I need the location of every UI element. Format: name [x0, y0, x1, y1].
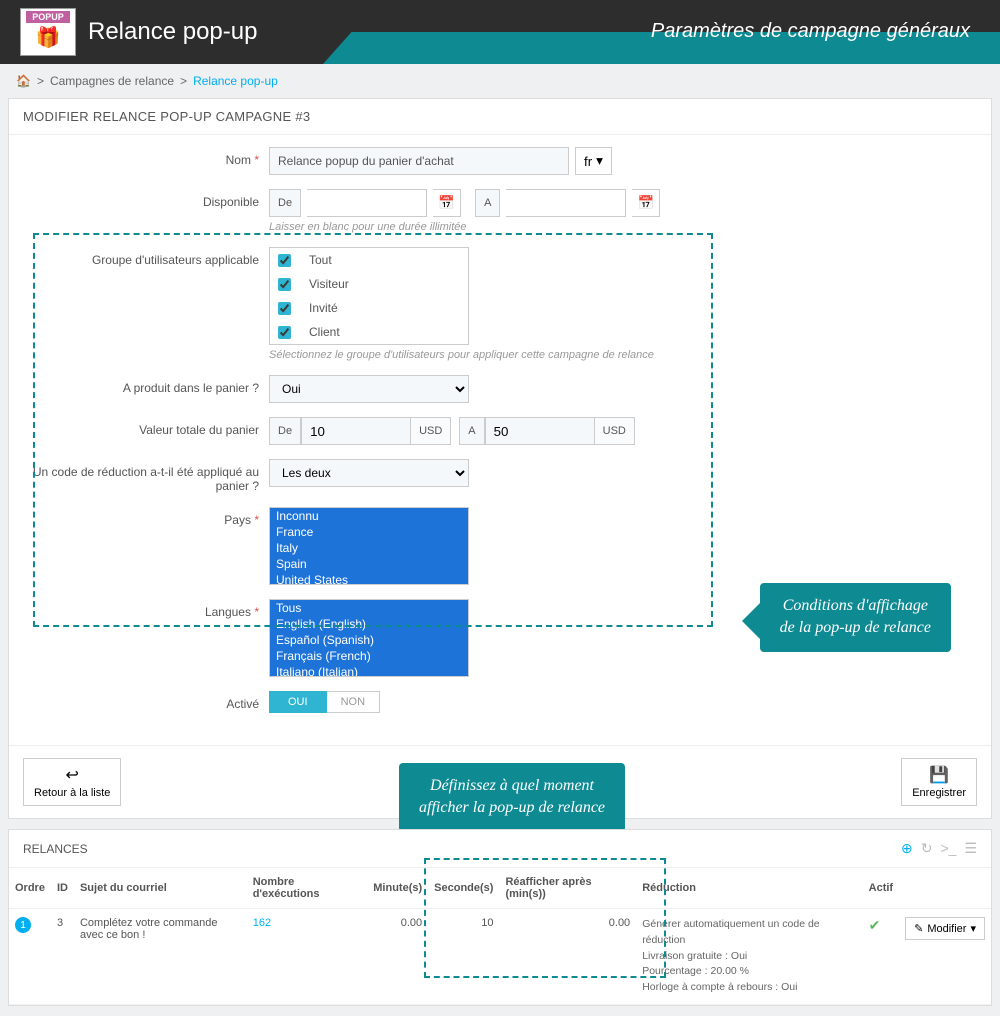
save-button[interactable]: 💾Enregistrer — [901, 758, 977, 806]
logo: POPUP 🎁 — [20, 8, 76, 56]
panel-heading: MODIFIER RELANCE POP-UP CAMPAGNE #3 — [9, 99, 991, 135]
terminal-icon[interactable]: >_ — [940, 840, 956, 857]
active-label: Activé — [23, 691, 269, 711]
group-all-checkbox[interactable] — [278, 254, 291, 267]
executions-link[interactable]: 162 — [253, 917, 271, 929]
chevron-down-icon: ▾ — [970, 922, 976, 935]
save-icon: 💾 — [929, 765, 949, 785]
header-title: Relance pop-up — [88, 18, 257, 46]
relances-table: Ordre ID Sujet du courriel Nombre d'exéc… — [9, 868, 991, 1005]
gift-icon: 🎁 — [36, 25, 61, 50]
has-product-label: A produit dans le panier ? — [23, 375, 269, 395]
breadcrumb-lvl1[interactable]: Campagnes de relance — [50, 74, 174, 88]
calendar-icon: 📅 — [638, 195, 655, 211]
group-client-checkbox[interactable] — [278, 326, 291, 339]
add-icon[interactable]: ⊕ — [901, 840, 913, 857]
country-multiselect[interactable]: Inconnu France Italy Spain United States — [269, 507, 469, 585]
check-icon: ✔ — [869, 917, 881, 933]
calendar-icon: 📅 — [438, 195, 455, 211]
pencil-icon: ✎ — [914, 922, 923, 935]
chevron-down-icon: ▾ — [596, 153, 603, 169]
has-product-select[interactable]: Oui — [269, 375, 469, 403]
group-guest-checkbox[interactable] — [278, 302, 291, 315]
table-row: 1 3 Complétez votre commande avec ce bon… — [9, 909, 991, 1005]
page-header: POPUP 🎁 Relance pop-up Paramètres de cam… — [0, 0, 1000, 64]
user-group-list: Tout Visiteur Invité Client — [269, 247, 469, 345]
country-label: Pays — [224, 513, 251, 527]
group-visitor-checkbox[interactable] — [278, 278, 291, 291]
language-selector[interactable]: fr ▾ — [575, 147, 612, 175]
user-group-help: Sélectionnez le groupe d'utilisateurs po… — [269, 349, 977, 361]
breadcrumb-current: Relance pop-up — [193, 74, 278, 88]
callout-timing: Définissez à quel momentafficher la pop-… — [399, 763, 625, 832]
back-button[interactable]: ↩Retour à la liste — [23, 758, 121, 806]
order-badge[interactable]: 1 — [15, 917, 31, 933]
name-label: Nom — [226, 153, 251, 167]
database-icon[interactable]: ☰ — [964, 840, 977, 857]
total-label: Valeur totale du panier — [23, 417, 269, 437]
total-to-input[interactable] — [485, 417, 595, 445]
languages-label: Langues — [205, 605, 251, 619]
date-to-input[interactable] — [506, 189, 626, 217]
user-group-label: Groupe d'utilisateurs applicable — [23, 247, 269, 267]
home-icon[interactable]: 🏠 — [16, 74, 31, 88]
name-input[interactable] — [269, 147, 569, 175]
available-label: Disponible — [23, 189, 269, 209]
refresh-icon[interactable]: ↻ — [921, 840, 933, 857]
relances-title: RELANCES — [23, 842, 88, 856]
breadcrumb: 🏠 > Campagnes de relance > Relance pop-u… — [0, 64, 1000, 98]
calendar-from-button[interactable]: 📅 — [433, 189, 461, 217]
active-toggle[interactable]: OUI NON — [269, 691, 977, 713]
total-from-input[interactable] — [301, 417, 411, 445]
voucher-label: Un code de réduction a-t-il été appliqué… — [23, 459, 269, 493]
date-from-input[interactable] — [307, 189, 427, 217]
header-subtitle: Paramètres de campagne généraux — [651, 20, 970, 43]
modify-button[interactable]: ✎ Modifier ▾ — [905, 917, 985, 940]
campaign-panel: MODIFIER RELANCE POP-UP CAMPAGNE #3 Nom … — [8, 98, 992, 819]
arrow-left-icon: ↩ — [66, 765, 79, 785]
available-help: Laisser en blanc pour une durée illimité… — [269, 221, 977, 233]
language-multiselect[interactable]: Tous English (English) Español (Spanish)… — [269, 599, 469, 677]
calendar-to-button[interactable]: 📅 — [632, 189, 660, 217]
voucher-select[interactable]: Les deux — [269, 459, 469, 487]
logo-badge: POPUP — [26, 11, 70, 23]
callout-conditions: Conditions d'affichagede la pop-up de re… — [760, 583, 951, 652]
relances-panel: RELANCES ⊕ ↻ >_ ☰ Ordre ID Sujet du cour… — [8, 829, 992, 1006]
